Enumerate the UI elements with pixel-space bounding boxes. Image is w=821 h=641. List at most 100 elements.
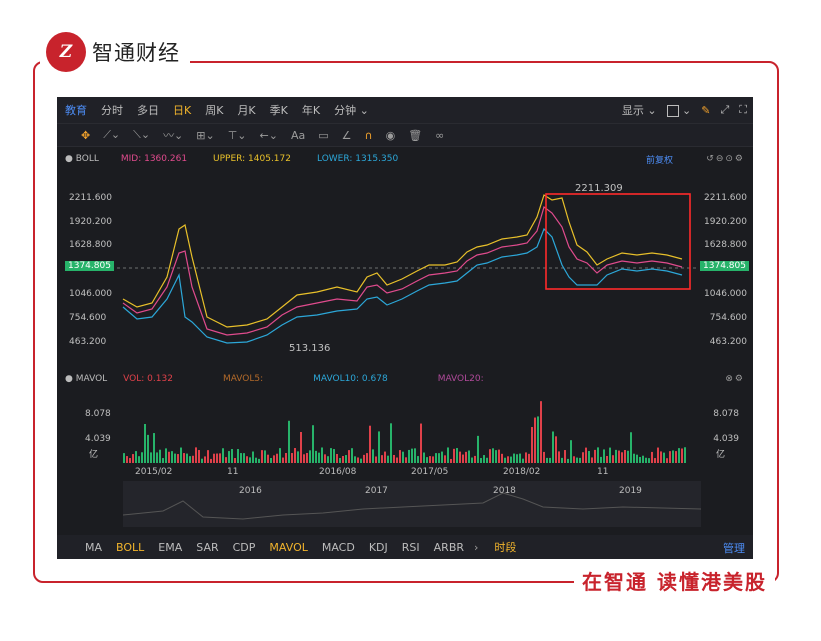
tab-macd[interactable]: MACD xyxy=(322,541,355,554)
tab-rsi[interactable]: RSI xyxy=(402,541,420,554)
volume-bar xyxy=(468,450,470,463)
volume-bar xyxy=(315,450,317,463)
boll-header: ● BOLL MID: 1360.261 UPPER: 1405.172 LOW… xyxy=(57,151,753,167)
volume-bar xyxy=(189,456,191,463)
measure-tool-icon[interactable]: ⊤⌄ xyxy=(228,129,247,142)
volume-bar xyxy=(588,451,590,463)
tab-session[interactable]: 时段 xyxy=(494,539,516,555)
volume-bar xyxy=(237,449,239,463)
volume-bar xyxy=(594,449,596,463)
tab-minute[interactable]: 分钟 ⌄ xyxy=(334,102,369,118)
tab-ema[interactable]: EMA xyxy=(158,541,182,554)
tab-kdj[interactable]: KDJ xyxy=(369,541,388,554)
tab-daily-k[interactable]: 日K xyxy=(173,102,191,118)
move-icon[interactable]: ✥ xyxy=(81,129,90,142)
adjust-toggle[interactable]: 前复权 xyxy=(646,153,673,166)
manage-button[interactable]: 管理 xyxy=(723,540,745,556)
mavol10-value: MAVOL10: 0.678 xyxy=(313,374,388,384)
volume-bar xyxy=(129,458,131,463)
volume-bar xyxy=(252,451,254,463)
tab-boll[interactable]: BOLL xyxy=(116,541,144,554)
volume-bar xyxy=(318,452,320,463)
volume-chart[interactable] xyxy=(57,387,753,465)
layout-checkbox[interactable]: ⌄ xyxy=(666,104,691,117)
time-navigator[interactable] xyxy=(123,481,701,527)
volume-bar xyxy=(288,420,290,463)
slogan: 在智通 读懂港美股 xyxy=(574,566,775,595)
volume-bar xyxy=(591,457,593,463)
date-label-5: 11 xyxy=(597,467,609,477)
chevron-right-icon[interactable]: › xyxy=(474,541,478,554)
volume-bar xyxy=(477,435,479,463)
volume-bar xyxy=(480,458,482,463)
eye-icon[interactable]: ◉ xyxy=(386,129,396,142)
line-tool-icon[interactable]: ⟋⌄ xyxy=(103,128,120,142)
boll-upper-line xyxy=(122,194,683,328)
tab-sar[interactable]: SAR xyxy=(196,541,218,554)
tab-arbr[interactable]: ARBR xyxy=(434,541,464,554)
indicator-controls-icon[interactable]: ↺⊖⊙⚙ xyxy=(706,154,745,164)
tab-education[interactable]: 教育 xyxy=(65,102,87,118)
volume-bar xyxy=(516,454,518,463)
volume-bar xyxy=(159,449,161,463)
tab-intraday[interactable]: 分时 xyxy=(101,102,123,118)
volume-bar xyxy=(234,458,236,463)
volume-bar xyxy=(213,453,215,463)
channel-tool-icon[interactable]: ⊞⌄ xyxy=(196,129,214,142)
volume-bar xyxy=(264,450,266,463)
volume-bar xyxy=(441,451,443,463)
tab-yearly-k[interactable]: 年K xyxy=(302,102,320,118)
text-tool-icon[interactable]: Aa xyxy=(291,129,305,142)
volume-bar xyxy=(261,450,263,463)
volume-bar xyxy=(270,458,272,463)
link-icon[interactable]: ∞ xyxy=(435,129,444,142)
pencil-icon[interactable]: ✎ xyxy=(701,104,710,117)
volume-bar xyxy=(561,457,563,463)
volume-bar xyxy=(384,451,386,463)
volume-bar xyxy=(660,451,662,463)
trash-icon[interactable]: 🗑 xyxy=(408,129,422,142)
volume-bar xyxy=(366,453,368,463)
volume-bar xyxy=(294,448,296,463)
volume-bar xyxy=(417,456,419,463)
volume-bar xyxy=(555,436,557,463)
tab-mavol[interactable]: MAVOL xyxy=(269,541,307,554)
volume-bar xyxy=(666,458,668,463)
volume-bar xyxy=(438,453,440,463)
volume-bar xyxy=(501,453,503,463)
arrow-tool-icon[interactable]: ←⌄ xyxy=(260,129,278,142)
tab-multiday[interactable]: 多日 xyxy=(137,102,159,118)
ray-tool-icon[interactable]: ⟍⌄ xyxy=(133,128,150,142)
volume-bar xyxy=(372,449,374,463)
boll-toggle[interactable]: ● BOLL xyxy=(65,154,99,164)
tab-monthly-k[interactable]: 月K xyxy=(237,102,255,118)
volume-bar xyxy=(243,453,245,463)
zigzag-tool-icon[interactable]: 〰⌄ xyxy=(163,127,183,143)
volume-bar xyxy=(564,450,566,463)
expand-icon[interactable]: ⤢ xyxy=(720,103,729,117)
volume-bar xyxy=(279,448,281,463)
angle-tool-icon[interactable]: ∠ xyxy=(342,129,352,142)
tab-weekly-k[interactable]: 周K xyxy=(205,102,223,118)
volume-bar xyxy=(498,449,500,463)
price-chart[interactable] xyxy=(57,167,753,367)
comment-icon[interactable]: ▭ xyxy=(318,129,328,142)
mavol-toggle[interactable]: ● MAVOL xyxy=(65,374,107,384)
volume-bar xyxy=(207,450,209,463)
tab-ma[interactable]: MA xyxy=(85,541,102,554)
mavol20-value: MAVOL20: xyxy=(437,374,484,384)
fullscreen-icon[interactable]: ⛶ xyxy=(739,103,747,117)
boll-mid: MID: 1360.261 xyxy=(120,154,188,164)
volume-bar xyxy=(369,425,371,463)
volume-bar xyxy=(405,457,407,463)
display-menu[interactable]: 显示 ⌄ xyxy=(622,102,657,118)
volume-bar xyxy=(201,458,203,463)
high-price-label: 2211.309 xyxy=(575,183,623,194)
volume-controls-icon[interactable]: ⊗⚙ xyxy=(725,374,745,384)
magnet-icon[interactable]: ∩ xyxy=(365,129,373,142)
tab-quarterly-k[interactable]: 季K xyxy=(270,102,288,118)
volume-bar xyxy=(435,453,437,463)
tab-cdp[interactable]: CDP xyxy=(233,541,256,554)
boll-lower-line xyxy=(122,227,683,344)
brand-header: Z 智通财经 xyxy=(40,30,190,74)
